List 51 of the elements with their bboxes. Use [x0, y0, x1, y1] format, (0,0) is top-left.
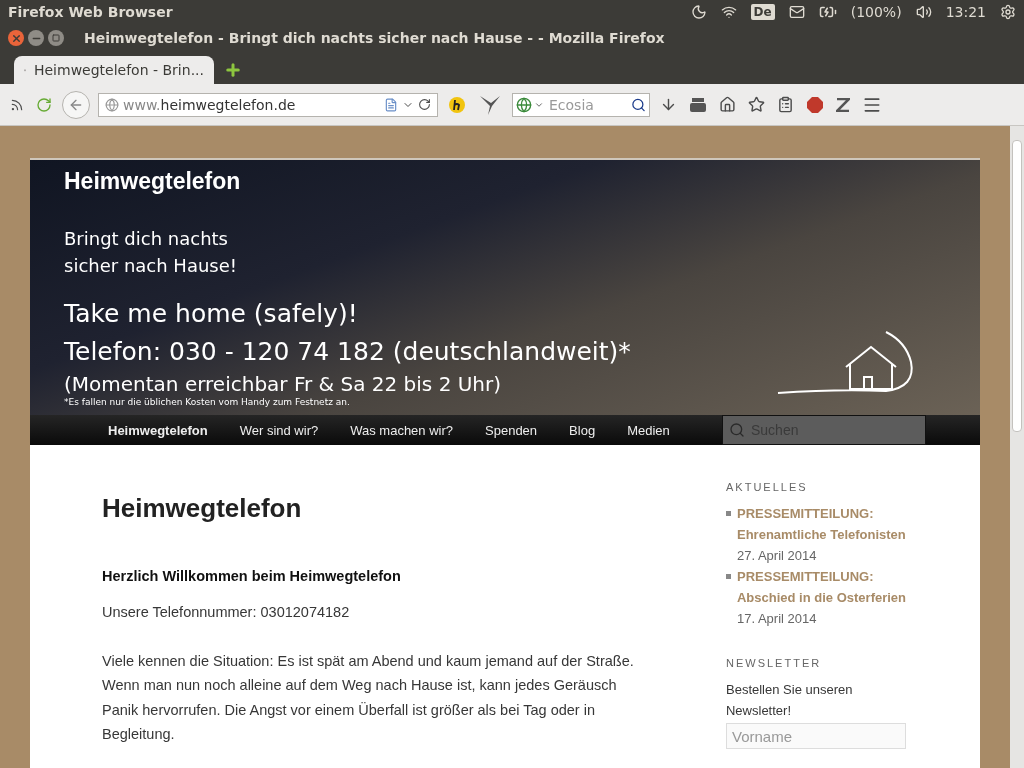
mail-icon[interactable] [788, 4, 805, 20]
search-icon [729, 422, 745, 438]
widget-heading: NEWSLETTER [726, 657, 823, 669]
bullet-icon [726, 511, 731, 516]
settings-icon[interactable] [1000, 4, 1016, 20]
menu-item[interactable]: Heimwegtelefon [92, 422, 224, 438]
clock[interactable]: 13:21 [945, 4, 986, 20]
maximize-button[interactable] [48, 30, 64, 46]
globe-icon[interactable] [516, 96, 532, 113]
news-date: 17. April 2014 [737, 610, 818, 628]
first-name-field[interactable]: Vorname [726, 723, 906, 749]
address-bar[interactable]: www.heimwegtelefon.de [98, 92, 438, 117]
page-title: Heimwegtelefon [102, 493, 303, 524]
menu-item[interactable]: Spenden [469, 422, 554, 438]
minimize-button[interactable] [28, 30, 44, 46]
keyboard-layout-indicator[interactable]: De [750, 4, 775, 20]
home-icon[interactable] [717, 94, 738, 115]
window-title: Heimwegtelefon - Bringt dich nachts sicher nach Hause - - Mozilla Firefox [84, 30, 665, 46]
bullet-icon [726, 574, 731, 579]
menu-item[interactable]: Blog [553, 422, 612, 438]
bookmark-star-icon[interactable] [746, 94, 767, 115]
square-icon [52, 34, 60, 42]
banner-footnote: *Es fallen nur die üblichen Kosten vom Handy zum Festnetz an. [64, 397, 351, 407]
phone-paragraph: Unsere Telefonnummer: 03012074182 [102, 603, 351, 622]
search-icon[interactable] [631, 97, 646, 112]
banner-text: (Momentan erreichbar Fr & Sa 22 bis 2 Uhr) [64, 371, 502, 397]
banner-text: Telefon: 030 - 120 74 182 (deutschlandweit)* [64, 336, 631, 368]
new-tab-button[interactable] [224, 61, 242, 79]
close-icon [10, 32, 22, 44]
newsletter-text: Bestellen Sie unseren Newsletter! [726, 681, 854, 720]
menu-item[interactable]: Was machen wir? [334, 422, 470, 438]
news-date: 27. April 2014 [737, 547, 818, 565]
tagline: sicher nach Hause! [64, 254, 238, 278]
moon-icon[interactable] [690, 4, 707, 20]
menu-item[interactable]: Medien [611, 422, 686, 438]
volume-icon[interactable] [915, 4, 932, 20]
body-paragraph: Viele kennen die Situation: Es ist spät am Abend und kaum jemand auf der Straße. Wenn man nun noch alleine auf dem Weg nach Hause ist, kann jedes Geräusch Panik hervorrufen. Die Angst vor einem Überfall ist größer als bei Tag oder in Begleitung. [102, 651, 635, 744]
browser-tab[interactable]: Heimwegtelefon - Brin... [14, 56, 214, 84]
search-field[interactable]: Ecosia [512, 92, 650, 117]
widget-heading: AKTUELLES [726, 481, 809, 493]
app-name: Firefox Web Browser [8, 4, 173, 20]
menu-item[interactable]: Wer sind wir? [223, 422, 335, 438]
site-title[interactable]: Heimwegtelefon [64, 168, 946, 195]
letter-z-icon[interactable] [834, 95, 852, 114]
battery-percentage: (100%) [850, 4, 902, 20]
tagline: Bringt dich nachts [64, 227, 229, 251]
scrollbar-thumb[interactable] [1012, 140, 1022, 432]
wifi-icon[interactable] [720, 4, 737, 20]
close-button[interactable] [8, 30, 24, 46]
banner-text: Take me home (safely)! [64, 298, 358, 330]
welcome-heading: Herzlich Willkommen beim Heimwegtelefon [102, 568, 402, 584]
